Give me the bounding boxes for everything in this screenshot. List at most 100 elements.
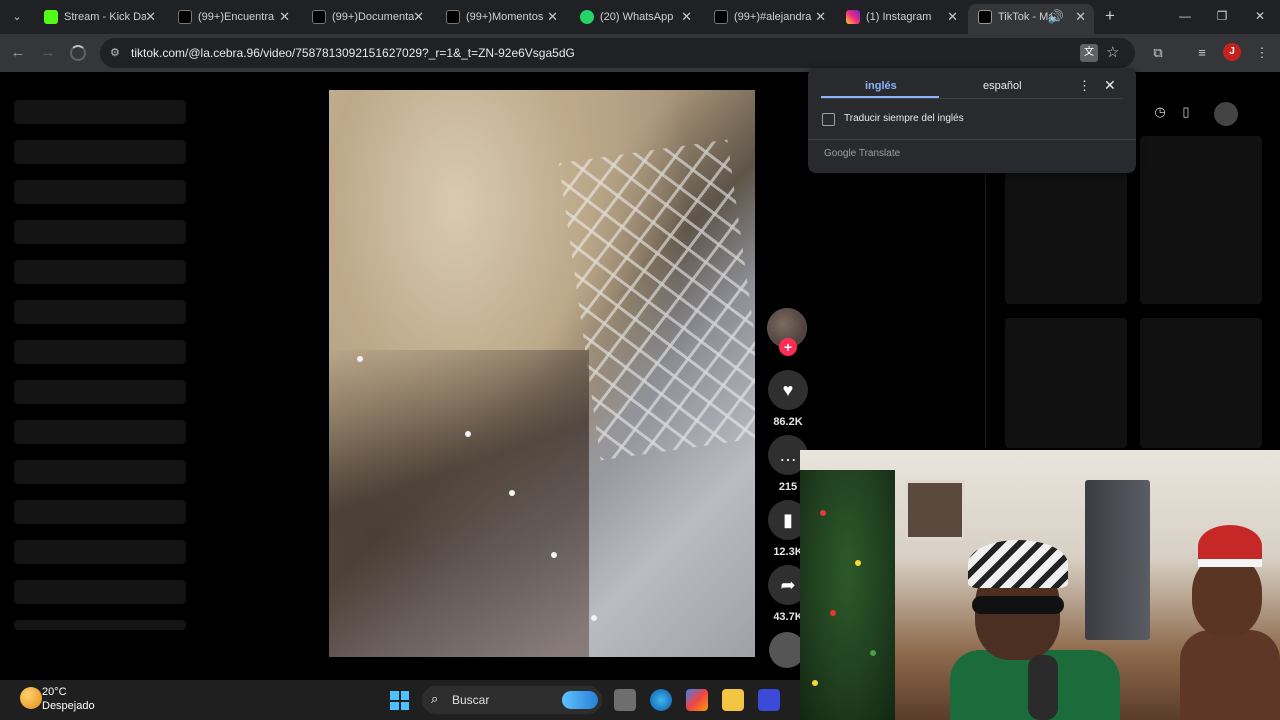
close-icon[interactable]: ✕ (947, 4, 958, 30)
search-label: Buscar (452, 693, 490, 707)
tab-tiktok-active[interactable]: TikTok - Ma 🔊 ✕ (968, 4, 1094, 34)
like-count: 86.2K (773, 416, 803, 428)
file-explorer-icon[interactable] (722, 689, 744, 711)
extensions-icon[interactable]: ⧉ (1148, 43, 1168, 63)
whatsapp-icon (580, 10, 594, 24)
video-light-dot (509, 490, 515, 496)
edge-icon[interactable] (650, 689, 672, 711)
address-bar[interactable]: ⚙ tiktok.com/@la.cebra.96/video/75878130… (100, 38, 1135, 68)
tab-title: (99+)Momentos (466, 11, 544, 23)
video-player[interactable] (329, 90, 755, 657)
divider (808, 139, 1136, 140)
sidebar-skeleton (14, 500, 186, 524)
ornament (855, 560, 861, 566)
kick-icon (44, 10, 58, 24)
close-icon[interactable]: ✕ (1075, 4, 1086, 30)
new-tab-button[interactable]: + (1100, 6, 1120, 26)
tab-source-language[interactable]: inglés (865, 80, 897, 92)
tab-tiktok-1[interactable]: (99+)Encuentra ✕ (168, 4, 298, 30)
task-view-icon[interactable] (614, 689, 636, 711)
weather-condition[interactable]: Despejado (42, 700, 95, 712)
tab-search-chevron-icon[interactable]: ⌄ (6, 8, 28, 26)
tab-title: Stream - Kick Da (64, 11, 146, 23)
video-light-dot (357, 356, 363, 362)
related-video-thumbnail[interactable] (1140, 136, 1262, 304)
ornament (870, 650, 876, 656)
tab-instagram[interactable]: (1) Instagram ✕ (836, 4, 966, 30)
device-icon[interactable]: ▯ (1176, 102, 1196, 122)
kitchen-cabinet (905, 480, 965, 540)
ornament (830, 610, 836, 616)
windows-logo-icon (390, 691, 399, 700)
microphone (1028, 655, 1058, 720)
related-video-thumbnail[interactable] (1140, 318, 1262, 448)
close-window-button[interactable]: ✕ (1250, 6, 1270, 26)
divider (985, 172, 986, 448)
translate-popup: inglés español ⋮ ✕ Traducir siempre del … (808, 68, 1136, 173)
more-options-icon[interactable]: ⋮ (1078, 78, 1091, 94)
sidebar-skeleton (14, 540, 186, 564)
tab-tiktok-3[interactable]: (99+)Momentos ✕ (436, 4, 566, 30)
related-video-thumbnail[interactable] (1005, 318, 1127, 448)
streamer-hat (968, 540, 1068, 588)
sidebar-skeleton (14, 140, 186, 164)
restore-button[interactable]: ❐ (1212, 6, 1232, 26)
more-menu-icon[interactable]: ⋮ (1252, 43, 1272, 63)
store-icon[interactable] (758, 689, 780, 711)
translate-icon[interactable]: 文 (1080, 44, 1098, 62)
video-light-dot (551, 552, 557, 558)
history-icon[interactable]: ◷ (1150, 102, 1170, 122)
tab-title: TikTok - Ma (998, 11, 1054, 23)
sidebar-skeleton (14, 220, 186, 244)
browser-toolbar: ← → ⚙ tiktok.com/@la.cebra.96/video/7587… (0, 34, 1280, 72)
video-light-dot (591, 615, 597, 621)
tiktok-icon (312, 10, 326, 24)
speaker-icon[interactable]: 🔊 (1048, 4, 1064, 30)
close-icon[interactable]: ✕ (815, 4, 826, 30)
sidebar-skeleton (14, 380, 186, 404)
always-translate-checkbox[interactable] (822, 113, 835, 126)
back-button[interactable]: ← (8, 43, 28, 63)
tab-kick[interactable]: Stream - Kick Da ✕ (34, 4, 164, 30)
instagram-icon (846, 10, 860, 24)
tab-whatsapp[interactable]: (20) WhatsApp ✕ (570, 4, 700, 30)
like-button[interactable]: ♥ (768, 370, 808, 410)
url-text[interactable]: tiktok.com/@la.cebra.96/video/7587813092… (131, 38, 575, 68)
tab-tiktok-2[interactable]: (99+)Documenta ✕ (302, 4, 432, 30)
taskbar-search[interactable]: ⌕ Buscar (422, 686, 602, 714)
copilot-icon[interactable] (686, 689, 708, 711)
sidebar-skeleton (14, 340, 186, 364)
bookmark-star-icon[interactable]: ☆ (1106, 43, 1119, 63)
site-info-icon[interactable]: ⚙ (110, 46, 124, 60)
close-icon[interactable]: ✕ (1104, 77, 1116, 94)
close-icon[interactable]: ✕ (681, 4, 692, 30)
tab-title: (99+)Encuentra (198, 11, 275, 23)
tiktok-icon (446, 10, 460, 24)
windows-logo-icon (390, 701, 399, 710)
close-icon[interactable]: ✕ (547, 4, 558, 30)
weather-icon[interactable] (20, 687, 42, 709)
tiktok-icon (714, 10, 728, 24)
sidebar-skeleton (14, 460, 186, 484)
always-translate-label[interactable]: Traducir siempre del inglés (844, 113, 964, 124)
santa-hat (1198, 525, 1262, 567)
minimize-button[interactable]: — (1175, 6, 1195, 26)
tiktok-icon (178, 10, 192, 24)
tab-title: (99+)#alejandra (734, 11, 812, 23)
video-shadow (329, 350, 589, 657)
close-icon[interactable]: ✕ (413, 4, 424, 30)
weather-temperature[interactable]: 20°C (42, 686, 67, 698)
tab-tiktok-4[interactable]: (99+)#alejandra ✕ (704, 4, 834, 30)
close-icon[interactable]: ✕ (279, 4, 290, 30)
start-button[interactable] (390, 691, 409, 710)
tab-target-language[interactable]: español (983, 80, 1022, 92)
forward-button[interactable]: → (38, 43, 58, 63)
sidebar-skeleton (14, 300, 186, 324)
loading-spinner-icon[interactable] (70, 45, 86, 61)
user-avatar[interactable] (1214, 102, 1238, 126)
media-controls-icon[interactable]: ≡ (1192, 43, 1212, 63)
follow-plus-icon[interactable]: + (779, 338, 797, 356)
close-icon[interactable]: ✕ (145, 4, 156, 30)
sidebar-skeleton (14, 260, 186, 284)
profile-avatar[interactable]: J (1223, 43, 1241, 61)
